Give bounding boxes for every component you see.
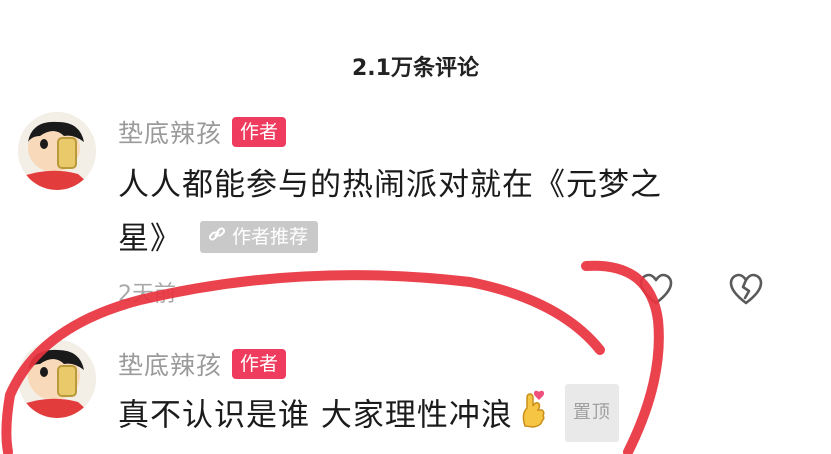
author-name[interactable]: 垫底辣孩 — [118, 114, 222, 150]
comment-text: 真不认识是谁 大家理性冲浪 置顶 — [118, 384, 619, 446]
comment-text-content: 真不认识是谁 大家理性冲浪 — [118, 397, 513, 434]
comment-text-line: 人人都能参与的热闹派对就在《元梦之 — [118, 167, 662, 203]
author-recommend-tag[interactable]: 作者推荐 — [200, 220, 319, 253]
comments-header: 2.1万条评论 — [0, 44, 831, 88]
like-button[interactable] — [636, 270, 676, 310]
heart-outline-icon — [639, 273, 673, 305]
comment-text: 人人都能参与的热闹派对就在《元梦之 星》 作者推荐 — [118, 158, 662, 266]
comment-count-title: 2.1万条评论 — [352, 56, 479, 81]
author-badge: 作者 — [232, 117, 287, 147]
dislike-button[interactable] — [726, 270, 766, 310]
avatar[interactable] — [18, 340, 96, 418]
comment-text-continued: 星》 — [118, 221, 182, 257]
pin-tag: 置顶 — [564, 384, 619, 442]
crossed-fingers-heart-emoji — [517, 390, 551, 445]
comment-time: 2天前 — [118, 282, 176, 307]
avatar[interactable] — [18, 112, 96, 190]
link-icon — [208, 210, 226, 264]
author-name[interactable]: 垫底辣孩 — [118, 346, 222, 382]
author-badge: 作者 — [232, 349, 287, 379]
broken-heart-icon — [729, 273, 763, 305]
author-recommend-label: 作者推荐 — [232, 225, 309, 248]
comment-text-line-2: 星》 作者推荐 — [118, 212, 662, 266]
